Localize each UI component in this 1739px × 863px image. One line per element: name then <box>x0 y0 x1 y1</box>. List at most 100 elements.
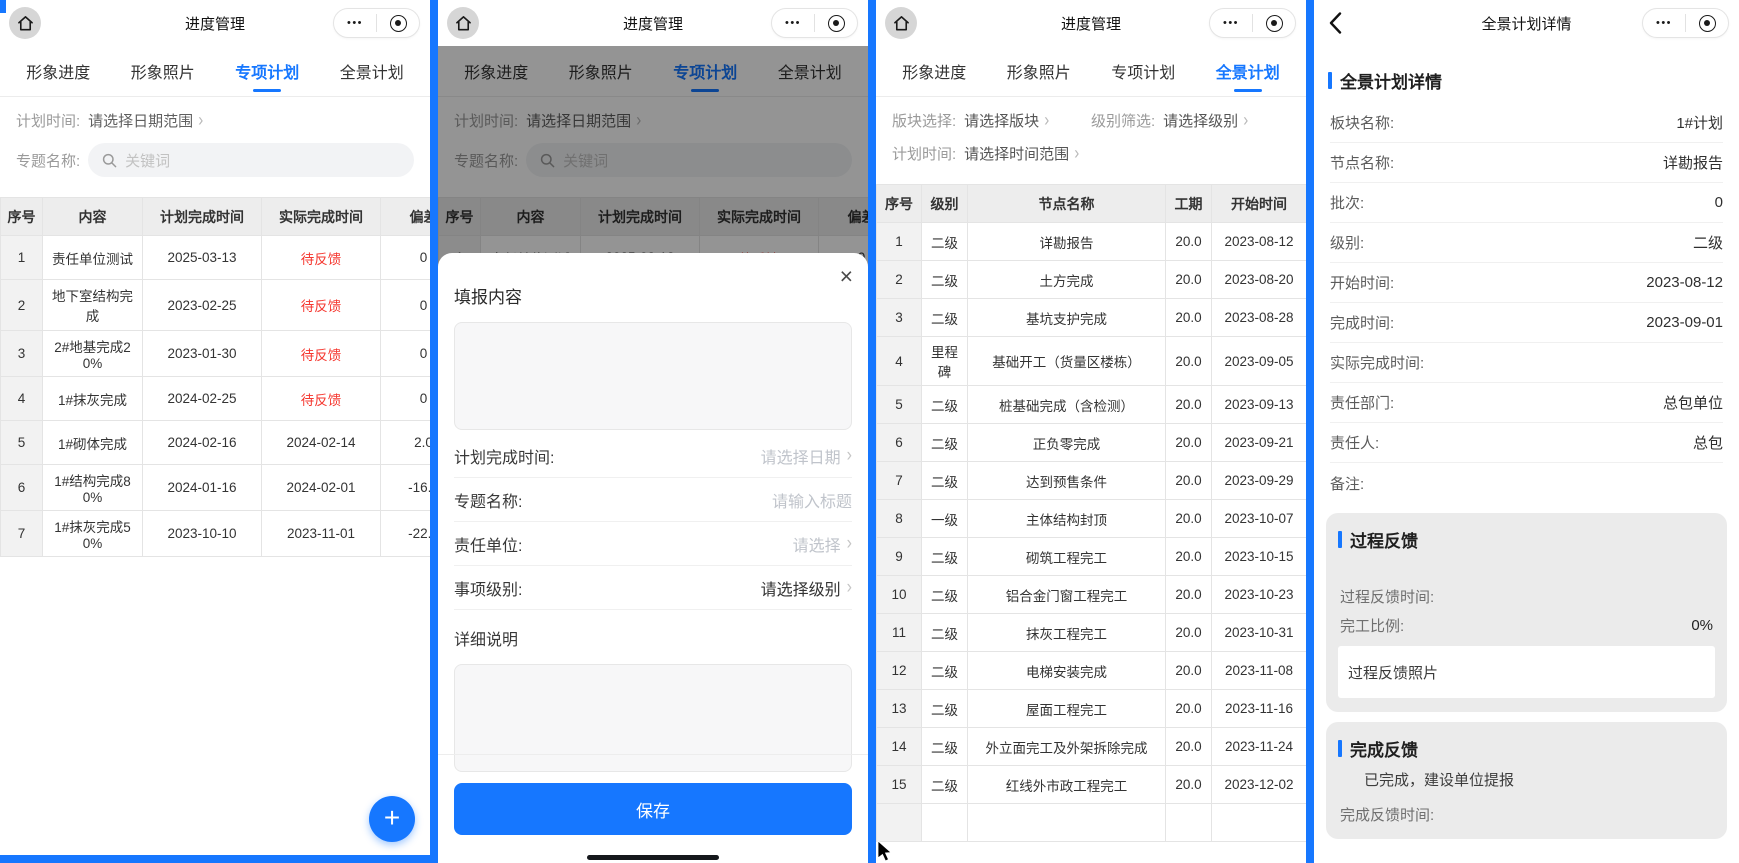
table-row[interactable]: 32#地基完成20%2023-01-30待反馈0 <box>1 331 431 377</box>
close-circle-button[interactable] <box>1253 15 1295 32</box>
back-button[interactable] <box>1320 8 1350 38</box>
filter-label: 计划时间: <box>16 110 80 131</box>
table-cell: 电梯安装完成 <box>968 652 1166 690</box>
more-menu-button[interactable]: ••• <box>1643 8 1685 38</box>
close-circle-button[interactable] <box>1686 15 1728 32</box>
level-filter[interactable]: 级别筛选: 请选择级别 › <box>1091 110 1290 131</box>
table-row[interactable]: 7二级达到预售条件20.02023-09-29 <box>877 462 1307 500</box>
report-content-textarea[interactable] <box>454 322 852 430</box>
table-row[interactable] <box>877 804 1307 842</box>
table-row[interactable]: 8一级主体结构封顶20.02023-10-07 <box>877 500 1307 538</box>
table-cell: 2024-01-16 <box>143 465 262 511</box>
field-label: 责任部门: <box>1330 392 1663 413</box>
column-header: 开始时间 <box>1212 185 1307 223</box>
form-field-row[interactable]: 专题名称:请输入标题 <box>454 478 852 522</box>
table-row[interactable]: 61#结构完成80%2024-01-162024-02-01-16.0 <box>1 465 431 511</box>
table-cell: 2 <box>1 280 43 331</box>
page-title: 进度管理 <box>185 13 245 34</box>
filter-value: 请选择版块 <box>964 110 1039 131</box>
tab-形象进度[interactable]: 形象进度 <box>24 46 92 96</box>
table-row[interactable]: 2二级土方完成20.02023-08-20 <box>877 261 1307 299</box>
table-row[interactable]: 6二级正负零完成20.02023-09-21 <box>877 424 1307 462</box>
process-photo-box[interactable]: 过程反馈照片 <box>1338 646 1715 698</box>
table-cell: 待反馈 <box>262 236 381 280</box>
save-button[interactable]: 保存 <box>454 783 852 835</box>
plus-icon: + <box>384 802 400 834</box>
table-cell: -22.0 <box>381 511 431 557</box>
tab-形象照片[interactable]: 形象照片 <box>129 46 197 96</box>
table-row[interactable]: 5二级桩基础完成（含检测）20.02023-09-13 <box>877 386 1307 424</box>
table-cell: 基坑支护完成 <box>968 299 1166 337</box>
home-button[interactable] <box>447 7 479 39</box>
tab-形象进度[interactable]: 形象进度 <box>900 46 968 96</box>
close-circle-button[interactable] <box>377 15 419 32</box>
detail-field-row: 开始时间:2023-08-12 <box>1330 263 1723 303</box>
table-row[interactable]: 71#抹灰完成50%2023-10-102023-11-01-22.0 <box>1 511 431 557</box>
table-cell: 外立面完工及外架拆除完成 <box>968 728 1166 766</box>
table-cell: 铝合金门窗工程完工 <box>968 576 1166 614</box>
more-menu-button[interactable]: ••• <box>334 8 376 38</box>
table-row[interactable]: 4里程碑基础开工（货量区楼栋）20.02023-09-05 <box>877 337 1307 386</box>
table-cell: 2024-02-01 <box>262 465 381 511</box>
table-row[interactable]: 13二级屋面工程完工20.02023-11-16 <box>877 690 1307 728</box>
time-filter[interactable]: 计划时间: 请选择时间范围 › <box>892 143 1290 164</box>
tab-全景计划[interactable]: 全景计划 <box>1214 46 1282 96</box>
table-cell <box>1166 804 1212 842</box>
tab-bar: 形象进度形象照片专项计划全景计划 <box>0 46 430 97</box>
table-cell: 8 <box>877 500 922 538</box>
tab-专项计划[interactable]: 专项计划 <box>233 46 301 96</box>
table-cell: 二级 <box>922 223 968 261</box>
detail-field-row: 板块名称:1#计划 <box>1330 103 1723 143</box>
table-row[interactable]: 3二级基坑支护完成20.02023-08-28 <box>877 299 1307 337</box>
add-plan-button[interactable]: + <box>369 796 415 842</box>
table-cell: 6 <box>1 465 43 511</box>
table-row[interactable]: 10二级铝合金门窗工程完工20.02023-10-23 <box>877 576 1307 614</box>
table-row[interactable]: 12二级电梯安装完成20.02023-11-08 <box>877 652 1307 690</box>
table-cell: 2023-08-12 <box>1212 223 1307 261</box>
table-row[interactable]: 2地下室结构完成2023-02-25待反馈0 <box>1 280 431 331</box>
chevron-right-icon: › <box>1074 143 1079 164</box>
table-cell: 7 <box>877 462 922 500</box>
table-row[interactable]: 1责任单位测试2025-03-13待反馈0 <box>1 236 431 280</box>
field-label: 完成反馈时间: <box>1340 804 1713 825</box>
tab-专项计划[interactable]: 专项计划 <box>1109 46 1177 96</box>
block-filter[interactable]: 版块选择: 请选择版块 › <box>892 110 1091 131</box>
close-circle-button[interactable] <box>815 15 857 32</box>
table-header-row: 序号级别节点名称工期开始时间 <box>877 185 1307 223</box>
home-button[interactable] <box>885 7 917 39</box>
more-menu-button[interactable]: ••• <box>772 8 814 38</box>
filter-panel: 版块选择: 请选择版块 › 级别筛选: 请选择级别 › 计划时间: 请选择时间范… <box>876 97 1306 178</box>
filter-label: 计划时间: <box>892 143 956 164</box>
more-menu-button[interactable]: ••• <box>1210 8 1252 38</box>
field-value: 总包 <box>1693 432 1723 453</box>
miniprogram-capsule: ••• <box>1209 8 1296 38</box>
table-cell: 20.0 <box>1166 728 1212 766</box>
tab-形象照片[interactable]: 形象照片 <box>1005 46 1073 96</box>
table-row[interactable]: 9二级砌筑工程完工20.02023-10-15 <box>877 538 1307 576</box>
table-row[interactable]: 11二级抹灰工程完工20.02023-10-31 <box>877 614 1307 652</box>
close-icon[interactable]: × <box>840 265 853 288</box>
detail-description-textarea[interactable] <box>454 664 852 772</box>
search-input[interactable]: 关键词 <box>88 143 414 177</box>
plan-time-filter[interactable]: 计划时间: 请选择日期范围 › <box>16 110 414 131</box>
field-placeholder: 请选择级别 <box>761 576 841 600</box>
search-icon <box>102 153 117 168</box>
table-row[interactable]: 14二级外立面完工及外架拆除完成20.02023-11-24 <box>877 728 1307 766</box>
screen-report-modal: 进度管理 ••• 形象进度形象照片专项计划全景计划 计划时间: 请选择日期范围 … <box>438 0 868 863</box>
table-cell: 正负零完成 <box>968 424 1166 462</box>
form-field-row[interactable]: 事项级别:请选择级别› <box>454 566 852 610</box>
home-button[interactable] <box>9 7 41 39</box>
chevron-right-icon: › <box>847 577 852 599</box>
table-cell: 2023-09-21 <box>1212 424 1307 462</box>
form-field-row[interactable]: 计划完成时间:请选择日期› <box>454 434 852 478</box>
table-row[interactable]: 41#抹灰完成2024-02-25待反馈0 <box>1 377 431 421</box>
filter-row: 版块选择: 请选择版块 › 级别筛选: 请选择级别 › <box>892 110 1290 131</box>
field-label: 开始时间: <box>1330 272 1646 293</box>
tab-全景计划[interactable]: 全景计划 <box>338 46 406 96</box>
table-row[interactable]: 15二级红线外市政工程完工20.02023-12-02 <box>877 766 1307 804</box>
detail-field-row: 责任部门:总包单位 <box>1330 383 1723 423</box>
table-row[interactable]: 51#砌体完成2024-02-162024-02-142.0 <box>1 421 431 465</box>
form-field-row[interactable]: 责任单位:请选择› <box>454 522 852 566</box>
table-row[interactable]: 1二级详勘报告20.02023-08-12 <box>877 223 1307 261</box>
table-cell: 2023-09-05 <box>1212 337 1307 386</box>
